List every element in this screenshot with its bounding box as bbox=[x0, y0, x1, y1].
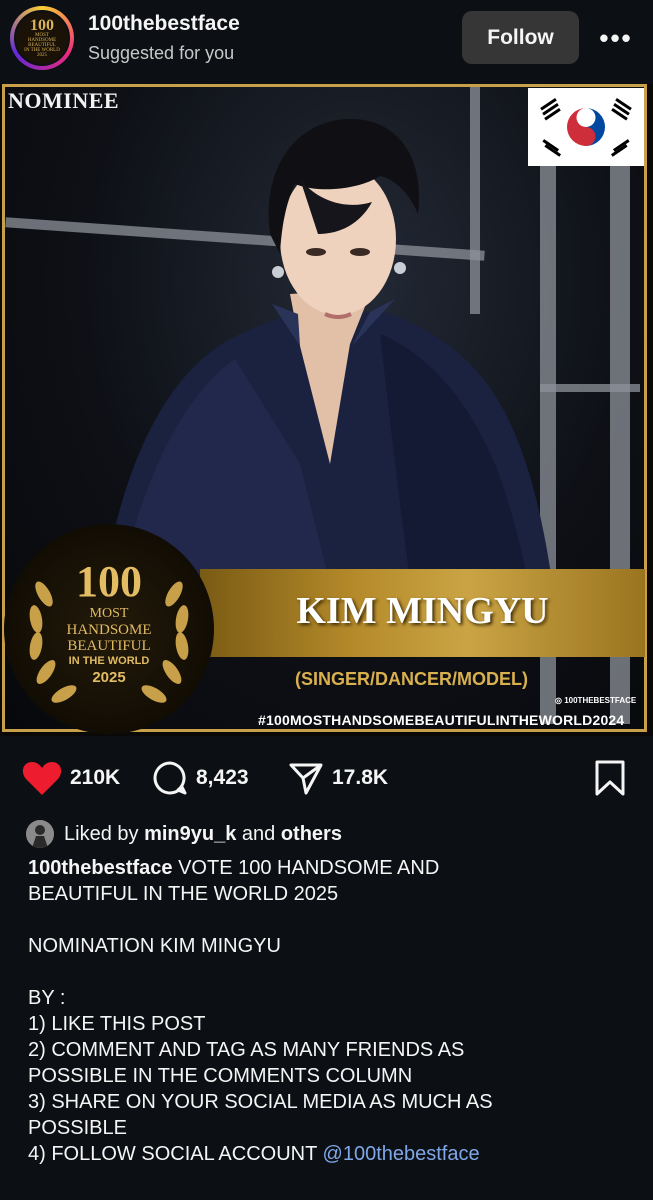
avatar-logo-number: 100 bbox=[30, 16, 54, 34]
post-header: 100 MOST HANDSOME BEAUTIFUL IN THE WORLD… bbox=[0, 0, 653, 80]
comment-button[interactable]: 8,423 bbox=[152, 760, 249, 796]
badge-line-most: MOST bbox=[89, 606, 129, 621]
avatar-logo: 100 MOST HANDSOME BEAUTIFUL IN THE WORLD… bbox=[14, 10, 70, 66]
hashtag-text: #100MOSTHANDSOMEBEAUTIFULINTHEWORLD2024 bbox=[258, 712, 625, 728]
send-icon bbox=[289, 763, 323, 795]
suggested-label: Suggested for you bbox=[88, 43, 235, 63]
badge-number: 100 bbox=[76, 557, 142, 606]
nominee-name: KIM MINGYU bbox=[296, 590, 549, 632]
caption-line: 4) FOLLOW SOCIAL ACCOUNT bbox=[28, 1143, 317, 1165]
liked-by-others[interactable]: others bbox=[281, 823, 342, 846]
post-actions: 210K 8,423 17.8K bbox=[0, 746, 653, 802]
share-button[interactable]: 17.8K bbox=[288, 760, 388, 796]
liked-by-row[interactable]: Liked by min9yu_k and others bbox=[26, 820, 342, 848]
username-link[interactable]: 100thebestface bbox=[88, 12, 240, 36]
badge-line-handsome: HANDSOME bbox=[66, 622, 152, 638]
watermark-handle: ◎ 100THEBESTFACE bbox=[555, 696, 637, 705]
caption-line: 2) COMMENT AND TAG AS MANY FRIENDS AS bbox=[28, 1039, 465, 1061]
caption-line: BEAUTIFUL IN THE WORLD 2025 bbox=[28, 883, 339, 905]
follow-button[interactable]: Follow bbox=[462, 11, 579, 64]
caption-line: VOTE 100 HANDSOME AND bbox=[178, 857, 440, 879]
profile-avatar[interactable]: 100 MOST HANDSOME BEAUTIFUL IN THE WORLD… bbox=[10, 6, 74, 70]
caption-mention-link[interactable]: @100thebestface bbox=[323, 1143, 480, 1165]
avatar-logo-line: 2025 bbox=[37, 52, 47, 58]
bookmark-icon bbox=[595, 760, 625, 796]
liker-username[interactable]: min9yu_k bbox=[144, 823, 236, 846]
korea-flag-icon bbox=[528, 88, 644, 166]
award-badge: 100 MOST HANDSOME BEAUTIFUL IN THE WORLD… bbox=[4, 524, 214, 734]
post-caption: 100thebestface VOTE 100 HANDSOME AND BEA… bbox=[28, 855, 628, 1167]
caption-line: BY : bbox=[28, 987, 66, 1009]
liked-by-prefix: Liked by bbox=[64, 822, 139, 845]
comment-icon bbox=[153, 761, 187, 795]
more-options-icon[interactable]: ••• bbox=[598, 20, 634, 56]
person-silhouette-icon bbox=[26, 820, 54, 848]
share-count: 17.8K bbox=[332, 766, 389, 789]
comment-count: 8,423 bbox=[196, 766, 249, 789]
nominee-label: NOMINEE bbox=[8, 88, 120, 113]
badge-year: 2025 bbox=[92, 669, 126, 686]
caption-line: 1) LIKE THIS POST bbox=[28, 1013, 206, 1035]
like-button[interactable]: 210K bbox=[22, 760, 120, 796]
post-image[interactable]: NOMINEE KIM MINGYU (SINGER/DANCER/MODEL)… bbox=[0, 84, 653, 736]
caption-line: POSSIBLE bbox=[28, 1117, 127, 1139]
like-count: 210K bbox=[70, 766, 121, 789]
caption-line: 3) SHARE ON YOUR SOCIAL MEDIA AS MUCH AS bbox=[28, 1091, 493, 1113]
save-button[interactable] bbox=[594, 760, 626, 796]
caption-line: NOMINATION KIM MINGYU bbox=[28, 935, 281, 957]
heart-icon bbox=[22, 762, 62, 795]
caption-username[interactable]: 100thebestface bbox=[28, 857, 173, 879]
badge-line-beautiful: BEAUTIFUL bbox=[67, 638, 151, 654]
badge-line-world: IN THE WORLD bbox=[68, 655, 150, 667]
caption-line: POSSIBLE IN THE COMMENTS COLUMN bbox=[28, 1065, 413, 1087]
nominee-role: (SINGER/DANCER/MODEL) bbox=[295, 669, 528, 689]
liker-avatar bbox=[26, 820, 54, 848]
liked-by-and: and bbox=[241, 822, 276, 845]
